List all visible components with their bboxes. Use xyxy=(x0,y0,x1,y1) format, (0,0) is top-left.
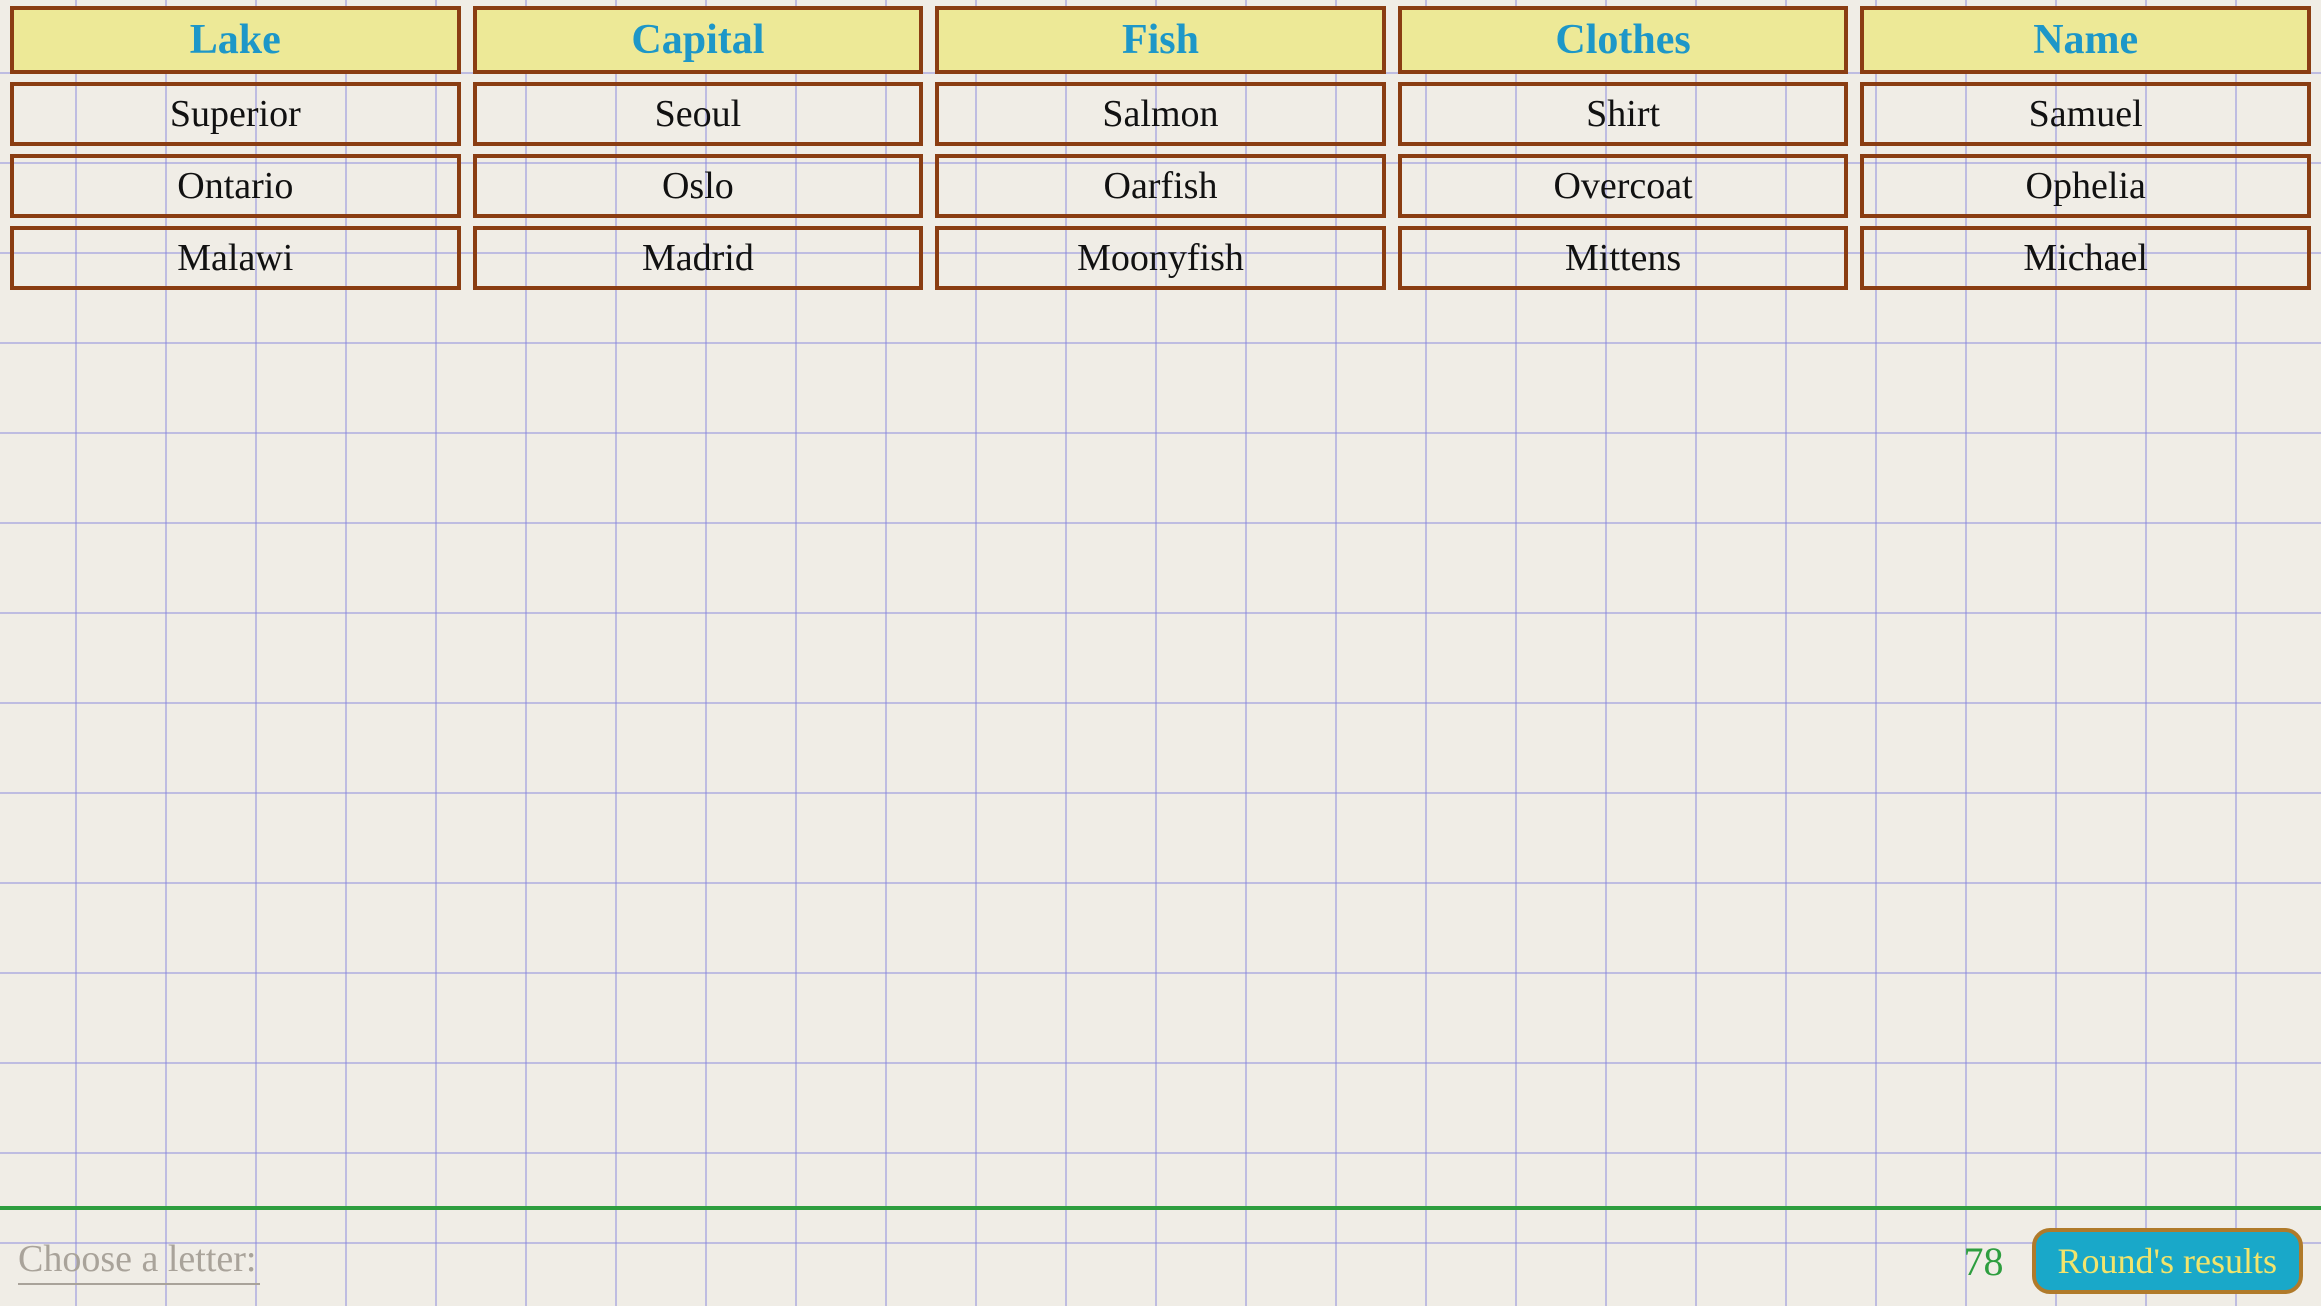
answer-cell[interactable]: Madrid xyxy=(473,226,924,290)
table-row: Malawi Madrid Moonyfish Mittens Michael xyxy=(10,226,2311,290)
answer-cell[interactable]: Moonyfish xyxy=(935,226,1386,290)
table-header-row: Lake Capital Fish Clothes Name xyxy=(10,6,2311,74)
answer-cell[interactable]: Seoul xyxy=(473,82,924,146)
answer-cell[interactable]: Shirt xyxy=(1398,82,1849,146)
answer-cell[interactable]: Oarfish xyxy=(935,154,1386,218)
column-header-fish: Fish xyxy=(935,6,1386,74)
answer-cell[interactable]: Oslo xyxy=(473,154,924,218)
score-value: 78 xyxy=(1964,1238,2004,1285)
answer-cell[interactable]: Ontario xyxy=(10,154,461,218)
answer-cell[interactable]: Ophelia xyxy=(1860,154,2311,218)
table-row: Ontario Oslo Oarfish Overcoat Ophelia xyxy=(10,154,2311,218)
answer-cell[interactable]: Salmon xyxy=(935,82,1386,146)
footer-divider xyxy=(0,1206,2321,1210)
answer-cell[interactable]: Malawi xyxy=(10,226,461,290)
answer-cell[interactable]: Mittens xyxy=(1398,226,1849,290)
column-header-capital: Capital xyxy=(473,6,924,74)
column-header-name: Name xyxy=(1860,6,2311,74)
answer-cell[interactable]: Samuel xyxy=(1860,82,2311,146)
column-header-clothes: Clothes xyxy=(1398,6,1849,74)
table-row: Superior Seoul Salmon Shirt Samuel xyxy=(10,82,2311,146)
answer-cell[interactable]: Michael xyxy=(1860,226,2311,290)
rounds-results-button[interactable]: Round's results xyxy=(2032,1228,2304,1294)
footer-bar: Choose a letter: 78 Round's results xyxy=(0,1216,2321,1306)
answer-cell[interactable]: Overcoat xyxy=(1398,154,1849,218)
column-header-lake: Lake xyxy=(10,6,461,74)
answers-table: Lake Capital Fish Clothes Name Superior … xyxy=(0,0,2321,290)
answer-cell[interactable]: Superior xyxy=(10,82,461,146)
choose-letter-input[interactable]: Choose a letter: xyxy=(18,1237,260,1285)
